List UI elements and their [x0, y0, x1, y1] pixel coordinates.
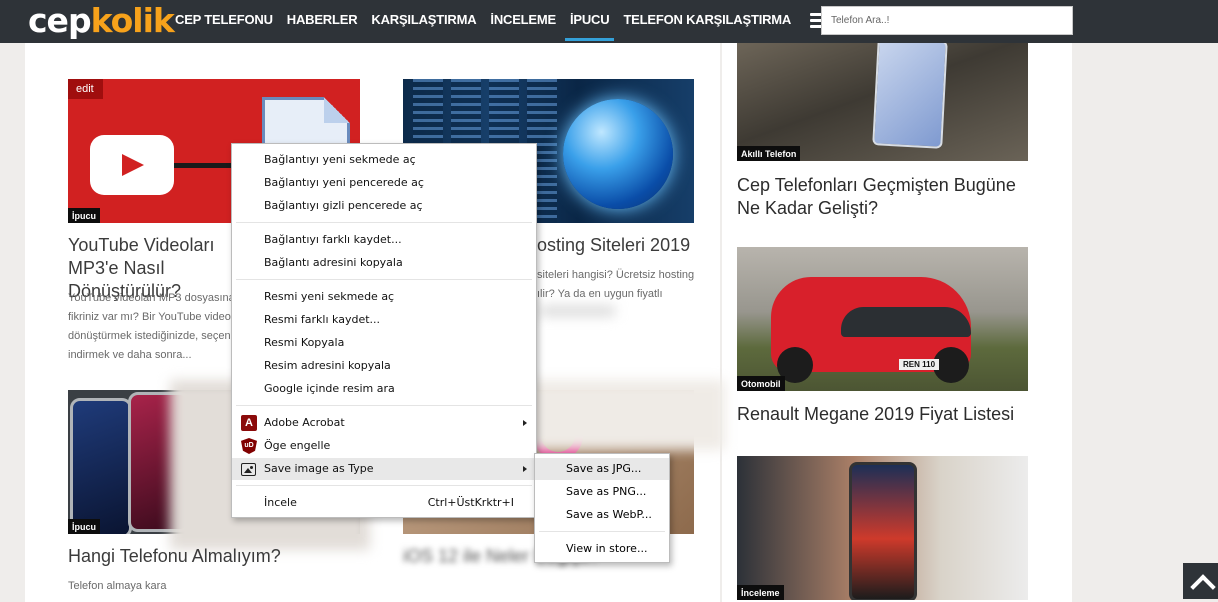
menu-save-image-as-type[interactable]: Save image as Type — [232, 458, 536, 480]
article-excerpt: siteleri hangisi? Ücretsiz hosting ılir?… — [537, 266, 697, 304]
article-title[interactable]: Hangi Telefonu Almalıyım? — [68, 545, 368, 568]
menu-item-label: Adobe Acrobat — [264, 416, 345, 429]
sidebar-thumbnail-review[interactable]: İnceleme — [737, 456, 1028, 600]
excerpt-line: fikriniz var mı? Bir YouTube videos — [68, 311, 237, 323]
article-title[interactable]: osting Siteleri 2019 — [537, 234, 697, 257]
nav-inceleme[interactable]: İNCELEME — [483, 0, 563, 43]
main-nav: CEP TELEFONU HABERLER KARŞILAŞTIRMA İNCE… — [168, 0, 826, 43]
article-excerpt: Telefon almaya kara — [68, 577, 228, 596]
menu-separator — [236, 222, 532, 223]
nav-telefon-karsilastirma[interactable]: TELEFON KARŞILAŞTIRMA — [616, 0, 798, 43]
context-menu: Bağlantıyı yeni sekmede aç Bağlantıyı ye… — [231, 143, 537, 518]
menu-save-link-as[interactable]: Bağlantıyı farklı kaydet... — [232, 229, 536, 251]
sidebar-article-title[interactable]: Cep Telefonları Geçmişten Bugüne Ne Kada… — [737, 174, 1027, 220]
edit-tag[interactable]: edit — [68, 79, 103, 99]
site-logo[interactable]: cep kolik — [28, 1, 175, 40]
scroll-to-top-button[interactable] — [1183, 563, 1218, 599]
menu-item-label: Save image as Type — [264, 462, 374, 475]
menu-save-image-as[interactable]: Resmi farklı kaydet... — [232, 309, 536, 331]
search-input[interactable]: Telefon Ara..! — [821, 6, 1073, 35]
article-excerpt: YouTube videoları MP3 dosyasına fikriniz… — [68, 289, 238, 365]
phone-image — [872, 43, 948, 149]
category-badge[interactable]: İpucu — [68, 519, 100, 534]
nav-cep-telefonu[interactable]: CEP TELEFONU — [168, 0, 280, 43]
menu-open-link-new-tab[interactable]: Bağlantıyı yeni sekmede aç — [232, 149, 536, 171]
car-windshield — [841, 307, 971, 337]
menu-open-link-new-window[interactable]: Bağlantıyı yeni pencerede aç — [232, 172, 536, 194]
excerpt-line: indirmek ve daha sonra... — [68, 349, 192, 361]
menu-separator — [236, 485, 532, 486]
submenu-arrow-icon — [523, 420, 527, 426]
sidebar-thumbnail-renault[interactable]: REN 110 Otomobil — [737, 247, 1028, 391]
category-badge[interactable]: İpucu — [68, 208, 100, 223]
excerpt-line: ılir? Ya da en uygun fiyatlı — [537, 288, 663, 300]
sidebar-article-title[interactable]: Renault Megane 2019 Fiyat Listesi — [737, 403, 1037, 426]
menu-item-label: Öge engelle — [264, 439, 331, 452]
excerpt-line: siteleri hangisi? Ücretsiz hosting — [537, 269, 695, 281]
menu-save-as-webp[interactable]: Save as WebP... — [535, 504, 669, 526]
save-image-as-type-submenu: Save as JPG... Save as PNG... Save as We… — [534, 453, 670, 563]
logo-text-cep: cep — [28, 1, 92, 40]
menu-shortcut: Ctrl+ÜstKrktr+I — [427, 496, 514, 509]
menu-adobe-acrobat[interactable]: A Adobe Acrobat — [232, 412, 536, 434]
submenu-arrow-icon — [523, 466, 527, 472]
excerpt-line: Telefon almaya kara — [68, 580, 167, 592]
excerpt-line: dönüştürmek istediğinizde, seçen — [68, 330, 231, 342]
nav-ipucu[interactable]: İPUCU — [563, 0, 616, 43]
category-badge[interactable]: İnceleme — [737, 585, 784, 600]
phone-image — [849, 462, 917, 600]
nav-karsilastirma[interactable]: KARŞILAŞTIRMA — [364, 0, 483, 43]
menu-view-in-store[interactable]: View in store... — [535, 538, 669, 560]
license-plate: REN 110 — [899, 359, 940, 370]
excerpt-line: YouTube videoları MP3 dosyasına — [68, 292, 235, 304]
youtube-play-icon — [90, 135, 174, 195]
menu-separator — [236, 279, 532, 280]
menu-separator — [539, 531, 665, 532]
menu-save-as-jpg[interactable]: Save as JPG... — [535, 458, 669, 480]
top-navigation-bar: cep kolik CEP TELEFONU HABERLER KARŞILAŞT… — [0, 0, 1218, 43]
menu-copy-image[interactable]: Resmi Kopyala — [232, 332, 536, 354]
ublock-icon: uD — [241, 438, 257, 454]
nav-haberler[interactable]: HABERLER — [280, 0, 365, 43]
category-badge[interactable]: Otomobil — [737, 376, 785, 391]
menu-search-image-google[interactable]: Google içinde resim ara — [232, 378, 536, 400]
image-icon — [241, 463, 256, 476]
phone-image — [70, 398, 132, 534]
menu-separator — [236, 405, 532, 406]
category-badge[interactable]: Akıllı Telefon — [737, 146, 801, 161]
menu-item-label: İncele — [264, 496, 297, 509]
sidebar-thumbnail-phone-history[interactable]: Akıllı Telefon — [737, 43, 1028, 161]
acrobat-icon: A — [241, 415, 257, 431]
menu-copy-image-address[interactable]: Resim adresini kopyala — [232, 355, 536, 377]
menu-block-element[interactable]: uD Öge engelle — [232, 435, 536, 457]
globe-icon — [563, 99, 673, 209]
menu-save-as-png[interactable]: Save as PNG... — [535, 481, 669, 503]
menu-open-image-new-tab[interactable]: Resmi yeni sekmede aç — [232, 286, 536, 308]
logo-text-kolik: kolik — [90, 1, 175, 40]
menu-open-link-incognito[interactable]: Bağlantıyı gizli pencerede aç — [232, 195, 536, 217]
blurred-text — [540, 306, 615, 316]
menu-copy-link-address[interactable]: Bağlantı adresini kopyala — [232, 252, 536, 274]
menu-inspect[interactable]: İncele Ctrl+ÜstKrktr+I — [232, 492, 536, 514]
